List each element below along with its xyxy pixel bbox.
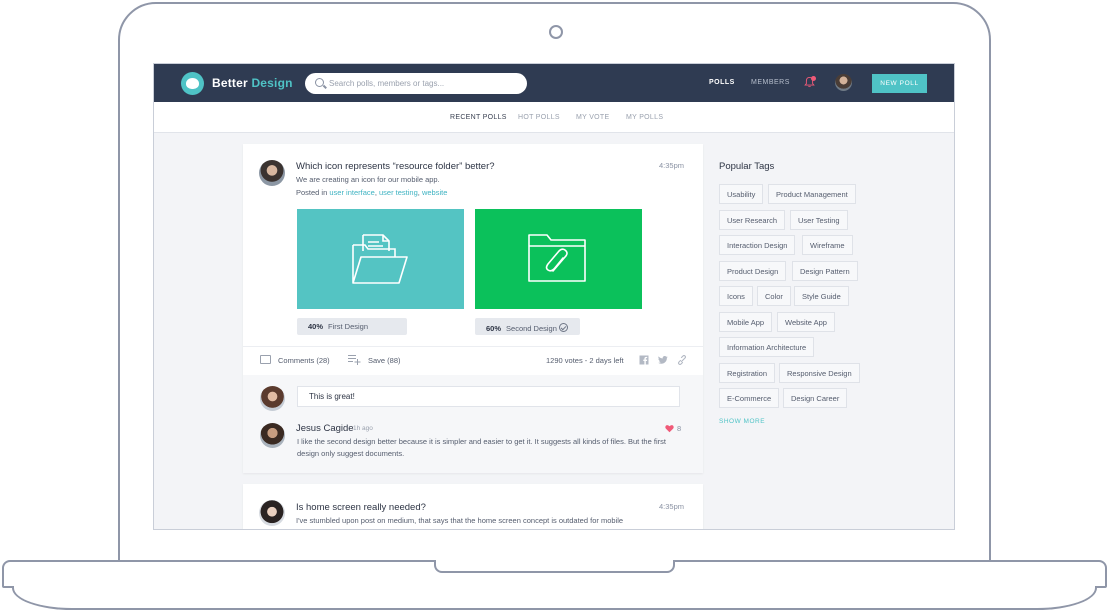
save-list-icon[interactable] [348, 354, 361, 365]
twitter-icon[interactable] [658, 355, 668, 365]
search-input[interactable] [329, 76, 519, 91]
poll-description: We are creating an icon for our mobile a… [296, 175, 440, 184]
camera [549, 25, 563, 39]
app-logo[interactable]: Better Design [212, 76, 293, 90]
search-box[interactable] [305, 73, 527, 94]
popular-tags-title: Popular Tags [719, 161, 775, 172]
logo-text-part1: Better [212, 76, 248, 90]
comment-input[interactable] [297, 386, 680, 407]
poll-tag-link[interactable]: website [422, 188, 447, 197]
comment-text: I like the second design better because … [297, 437, 666, 458]
commenter-name[interactable]: Jesus Cagide [296, 423, 354, 434]
logo-icon[interactable] [181, 72, 204, 95]
poll-time: 4:35pm [659, 161, 685, 170]
vote-percent: 40% [308, 322, 324, 331]
open-folder-icon [352, 234, 408, 284]
tag-chip[interactable]: Design Pattern [792, 261, 858, 281]
like-count: 8 [677, 424, 682, 433]
design-option-1[interactable] [297, 209, 464, 309]
tag-chip[interactable]: User Research [719, 210, 786, 230]
tag-chip[interactable]: Wireframe [802, 235, 853, 255]
heart-icon[interactable] [665, 424, 674, 433]
tag-chip[interactable]: Color [757, 286, 791, 306]
poll-time: 4:35pm [659, 502, 685, 511]
facebook-icon[interactable] [639, 355, 649, 365]
tab-hot-polls[interactable]: HOT POLLS [518, 114, 560, 121]
tag-chip[interactable]: Usability [719, 184, 764, 204]
logo-text-part2: Design [251, 76, 293, 90]
show-more-link[interactable]: SHOW MORE [719, 418, 765, 425]
current-user-avatar[interactable] [260, 386, 285, 411]
divider [243, 346, 703, 347]
save-button[interactable]: Save (88) [368, 356, 401, 365]
tag-chip[interactable]: E-Commerce [719, 388, 780, 408]
votes-summary: 1290 votes - 2 days left [546, 356, 624, 365]
poll-tabs: RECENT POLLS HOT POLLS MY VOTE MY POLLS [154, 102, 954, 133]
design-option-2[interactable] [475, 209, 642, 309]
poll-description: I've stumbled upon post on medium, that … [296, 516, 624, 525]
tab-my-vote[interactable]: MY VOTE [576, 114, 609, 121]
tag-chip[interactable]: Responsive Design [779, 363, 860, 383]
laptop-notch [434, 560, 675, 573]
commenter-avatar[interactable] [260, 423, 285, 448]
comment-time: 1h ago [353, 425, 373, 432]
top-nav-bar: Better Design POLLS MEMBERS NEW POLL [154, 64, 954, 102]
tag-chip[interactable]: Product Management [768, 184, 856, 204]
tab-my-polls[interactable]: MY POLLS [626, 114, 663, 121]
app-screen: Better Design POLLS MEMBERS NEW POLL REC… [153, 63, 955, 530]
comments-section: Jesus Cagide 1h ago 8 I like the second … [243, 375, 703, 473]
poll-tag-link[interactable]: user testing [379, 188, 418, 197]
tag-chip[interactable]: Interaction Design [719, 235, 796, 255]
tag-chip[interactable]: Design Career [783, 388, 848, 408]
poll-tag-link[interactable]: user interface [329, 188, 374, 197]
tag-chip[interactable]: Registration [719, 363, 776, 383]
tag-chip[interactable]: Icons [719, 286, 753, 306]
check-circle-icon [558, 323, 568, 332]
vote-result-2[interactable]: 60% Second Design [475, 318, 580, 335]
notification-dot [811, 76, 816, 81]
laptop-bottom [12, 586, 1097, 610]
comments-button[interactable]: Comments (28) [278, 356, 330, 365]
user-avatar[interactable] [835, 74, 852, 91]
poll-card: Which icon represents “resource folder” … [243, 144, 703, 473]
folder-attachment-icon [528, 234, 586, 282]
tag-chip[interactable]: User Testing [790, 210, 848, 230]
poll-title[interactable]: Is home screen really needed? [296, 502, 426, 513]
tag-chip[interactable]: Mobile App [719, 312, 773, 332]
poll-author-avatar[interactable] [259, 500, 285, 526]
vote-result-1[interactable]: 40% First Design [297, 318, 407, 335]
nav-members[interactable]: MEMBERS [751, 79, 790, 86]
new-poll-button[interactable]: NEW POLL [872, 74, 927, 93]
vote-label: Second Design [506, 324, 557, 333]
tag-chip[interactable]: Style Guide [794, 286, 849, 306]
tag-chip[interactable]: Information Architecture [719, 337, 815, 357]
vote-label: First Design [328, 322, 369, 331]
tab-recent-polls[interactable]: RECENT POLLS [450, 114, 507, 121]
search-icon [315, 78, 324, 87]
link-icon[interactable] [677, 355, 687, 365]
vote-percent: 60% [486, 324, 502, 333]
nav-polls[interactable]: POLLS [709, 79, 735, 86]
tag-chip[interactable]: Product Design [719, 261, 787, 281]
poll-title[interactable]: Which icon represents “resource folder” … [296, 161, 495, 172]
poll-author-avatar[interactable] [259, 160, 285, 186]
poll-posted-in: Posted in user interface, user testing, … [296, 188, 448, 197]
comment-icon[interactable] [260, 355, 271, 364]
poll-card: Is home screen really needed? 4:35pm I'v… [243, 484, 703, 529]
posted-in-label: Posted in [296, 188, 328, 197]
tag-chip[interactable]: Website App [777, 312, 835, 332]
